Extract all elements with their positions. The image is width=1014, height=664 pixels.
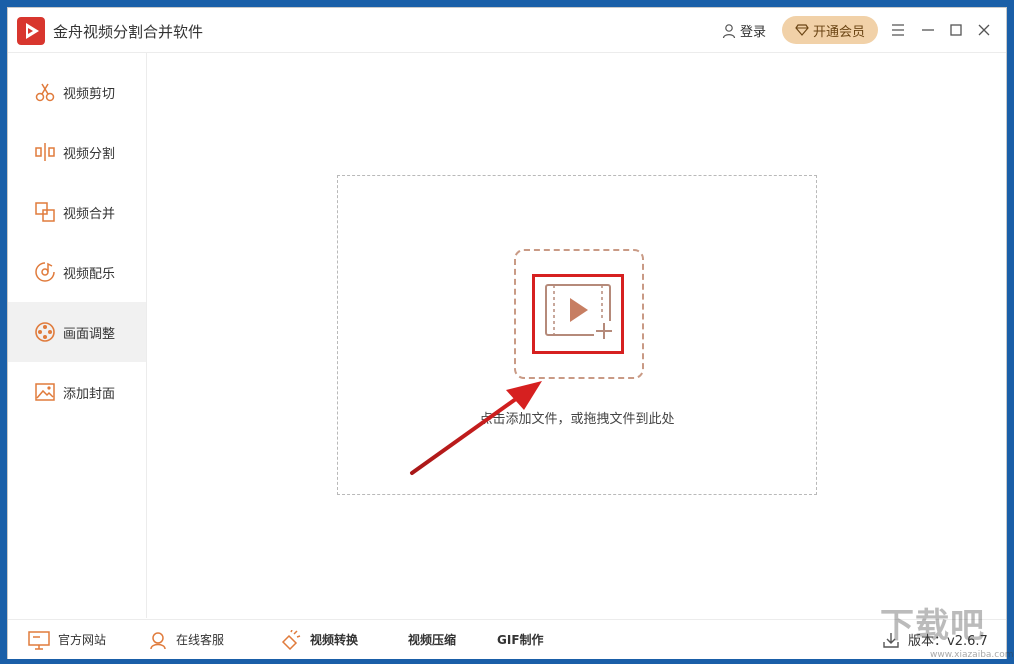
music-disc-icon <box>35 262 55 282</box>
online-service-link[interactable]: 在线客服 <box>148 620 224 659</box>
split-icon <box>35 143 55 161</box>
sidebar-item-add-cover[interactable]: 添加封面 <box>8 362 146 422</box>
sidebar-item-label: 视频配乐 <box>63 266 116 282</box>
official-site-link[interactable]: 官方网站 <box>28 620 106 659</box>
sidebar-item-label: 视频剪切 <box>63 86 116 102</box>
sidebar-item-picture-adjust[interactable]: 画面调整 <box>8 302 146 362</box>
maximize-icon <box>950 24 962 36</box>
sidebar-item-video-split[interactable]: 视频分割 <box>8 122 146 182</box>
sidebar-item-label: 添加封面 <box>63 386 116 402</box>
annotation-arrow <box>410 381 542 475</box>
scissors-icon <box>35 83 55 102</box>
footer-bar: 官方网站 在线客服 视频转换 视频压缩 GIF制作 版本：v2.6.7 <box>8 619 1006 659</box>
merge-icon <box>35 202 55 222</box>
app-title: 金舟视频分割合并软件 <box>53 23 204 41</box>
minimize-button[interactable] <box>918 20 938 40</box>
video-compress-link[interactable]: 视频压缩 <box>408 620 456 659</box>
online-service-label: 在线客服 <box>176 633 225 647</box>
close-icon <box>978 24 990 36</box>
video-convert-label: 视频转换 <box>310 633 359 647</box>
diamond-icon <box>795 24 809 36</box>
watermark-logo: 下载吧 <box>880 606 985 646</box>
sidebar-item-video-cut[interactable]: 视频剪切 <box>8 62 146 122</box>
menu-button[interactable] <box>888 20 908 40</box>
highlight-frame <box>532 274 624 354</box>
sidebar-item-video-music[interactable]: 视频配乐 <box>8 242 146 302</box>
video-convert-link[interactable]: 视频转换 <box>280 620 358 659</box>
login-button[interactable]: 登录 <box>721 21 766 40</box>
sidebar-item-label: 视频分割 <box>63 146 116 162</box>
image-icon <box>35 383 55 401</box>
play-logo-icon <box>26 23 39 39</box>
customer-service-icon <box>150 631 166 649</box>
vip-label: 开通会员 <box>812 24 865 40</box>
megaphone-icon <box>281 629 301 650</box>
app-window: 金舟视频分割合并软件 登录 开通会员 视频剪切 视频分割 视频合并 视频配乐 画… <box>8 8 1006 659</box>
monitor-icon <box>28 630 50 650</box>
gif-make-label: GIF制作 <box>497 633 544 647</box>
maximize-button[interactable] <box>946 20 966 40</box>
minimize-icon <box>922 29 934 31</box>
user-icon <box>722 23 736 38</box>
title-bar: 金舟视频分割合并软件 登录 开通会员 <box>8 8 1006 53</box>
sidebar-item-label: 视频合并 <box>63 206 116 222</box>
film-reel-icon <box>35 322 55 342</box>
vip-button[interactable]: 开通会员 <box>782 16 878 44</box>
app-logo <box>17 17 45 45</box>
video-compress-label: 视频压缩 <box>408 633 457 647</box>
sidebar: 视频剪切 视频分割 视频合并 视频配乐 画面调整 添加封面 <box>8 53 147 618</box>
official-site-label: 官方网站 <box>58 633 107 647</box>
close-button[interactable] <box>974 20 994 40</box>
login-label: 登录 <box>740 25 767 40</box>
hamburger-icon <box>892 24 904 36</box>
gif-make-link[interactable]: GIF制作 <box>497 620 544 659</box>
sidebar-item-video-merge[interactable]: 视频合并 <box>8 182 146 242</box>
sidebar-item-label: 画面调整 <box>63 326 116 342</box>
main-area: 点击添加文件，或拖拽文件到此处 <box>147 53 1006 618</box>
watermark-url: www.xiazaiba.com <box>930 650 1014 660</box>
